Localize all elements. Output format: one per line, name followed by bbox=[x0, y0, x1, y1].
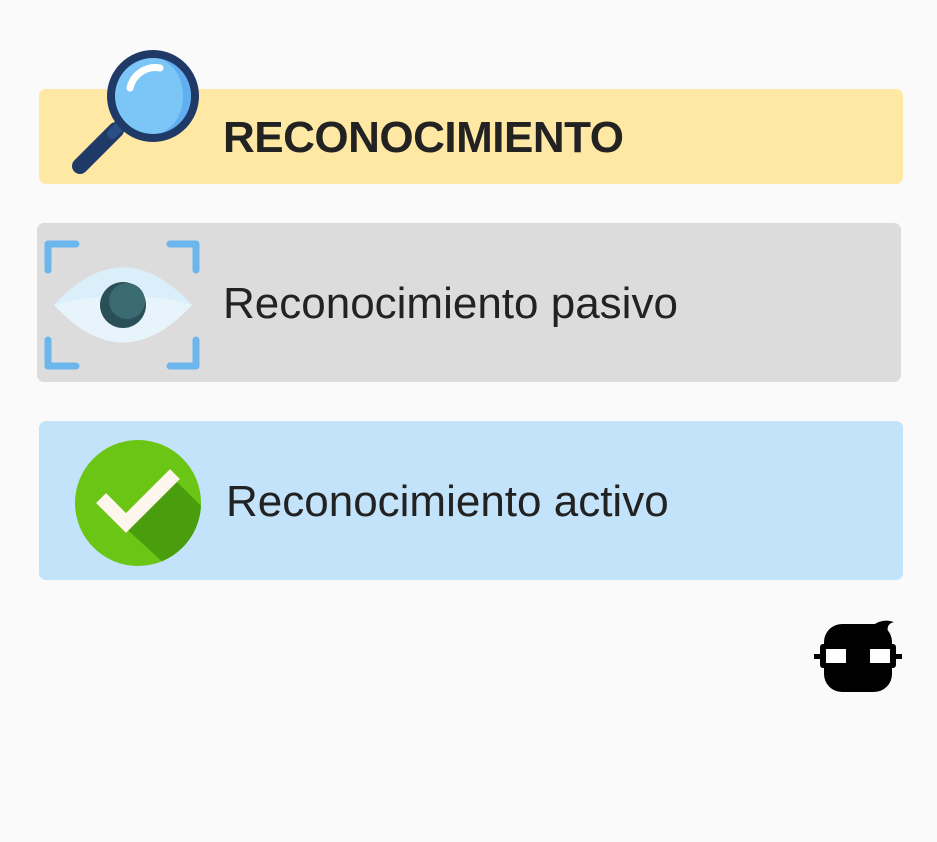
eye-icon bbox=[44, 240, 200, 370]
magnifier-icon bbox=[72, 50, 199, 174]
checkmark-icon bbox=[75, 440, 201, 566]
active-recon-label: Reconocimiento activo bbox=[226, 477, 669, 526]
page-title: RECONOCIMIENTO bbox=[223, 113, 624, 162]
mascot-glasses-icon bbox=[814, 620, 902, 692]
passive-recon-label: Reconocimiento pasivo bbox=[223, 279, 678, 328]
